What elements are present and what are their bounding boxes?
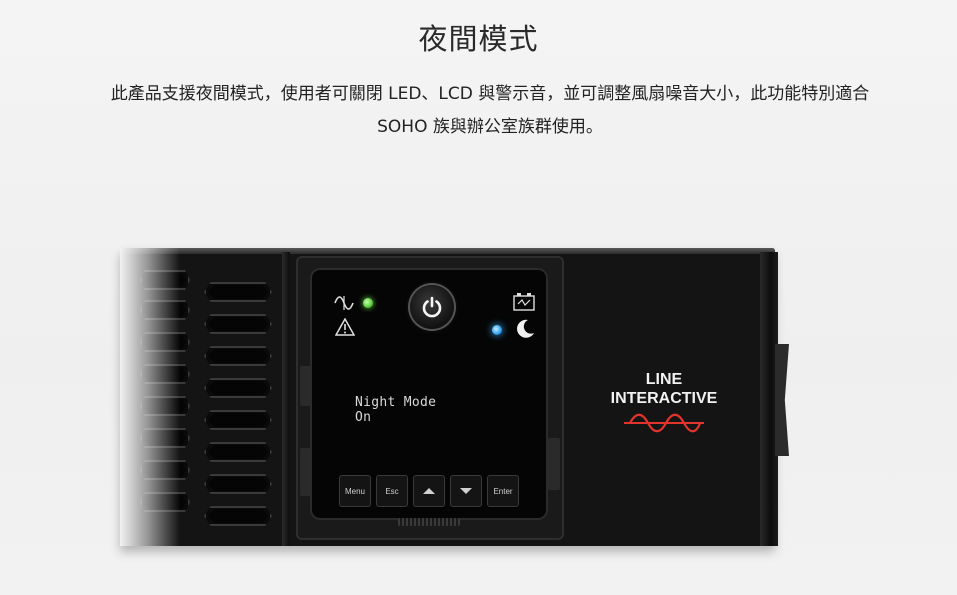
up-button[interactable] bbox=[413, 475, 445, 507]
grille-slot bbox=[204, 282, 272, 302]
lcd-line-2: On bbox=[355, 410, 372, 425]
page-description: 此產品支援夜間模式，使用者可關閉 LED、LCD 與警示音，並可調整風扇噪音大小… bbox=[110, 84, 870, 137]
warning-icon bbox=[335, 318, 355, 336]
battery-icon bbox=[513, 293, 535, 311]
chassis-top-edge bbox=[120, 248, 775, 254]
brand-line-1: LINE bbox=[645, 371, 683, 388]
panel-button-row: Menu Esc Enter bbox=[339, 475, 519, 507]
brand-line-2: INTERACTIVE bbox=[610, 390, 718, 407]
line-interactive-logo: LINE INTERACTIVE bbox=[594, 370, 734, 434]
enter-button[interactable]: Enter bbox=[487, 475, 519, 507]
lcd-line-1: Night Mode bbox=[355, 395, 437, 410]
grille-slot bbox=[204, 346, 272, 366]
down-arrow-icon bbox=[460, 488, 472, 494]
sine-wave-icon bbox=[334, 296, 354, 310]
moon-icon bbox=[517, 319, 534, 338]
grille-slot bbox=[204, 378, 272, 398]
grille-slot bbox=[204, 442, 272, 462]
esc-button[interactable]: Esc bbox=[376, 475, 408, 507]
lcd-screen: Night Mode On Menu Esc Enter bbox=[310, 268, 548, 526]
menu-button[interactable]: Menu bbox=[339, 475, 371, 507]
up-arrow-icon bbox=[423, 488, 435, 494]
bezel-divider bbox=[282, 252, 290, 546]
night-mode-led bbox=[492, 325, 502, 335]
power-icon bbox=[422, 296, 442, 318]
grille-slot bbox=[204, 314, 272, 334]
power-button[interactable] bbox=[410, 285, 454, 329]
page-title: 夜間模式 bbox=[418, 22, 539, 56]
panel-clip-right bbox=[548, 438, 560, 490]
lcd-message: Night Mode On bbox=[355, 395, 436, 425]
line-status-led bbox=[363, 298, 373, 308]
down-button[interactable] bbox=[450, 475, 482, 507]
panel-release-tab[interactable] bbox=[398, 518, 460, 526]
left-fade-overlay bbox=[120, 248, 180, 546]
grille-slot bbox=[204, 474, 272, 494]
line-interactive-wave-icon bbox=[624, 413, 704, 433]
grille-slot bbox=[204, 506, 272, 526]
rack-ear-latch bbox=[775, 344, 789, 456]
ups-device-image: Night Mode On Menu Esc Enter LINE INTERA… bbox=[120, 248, 790, 548]
grille-slot bbox=[204, 410, 272, 430]
